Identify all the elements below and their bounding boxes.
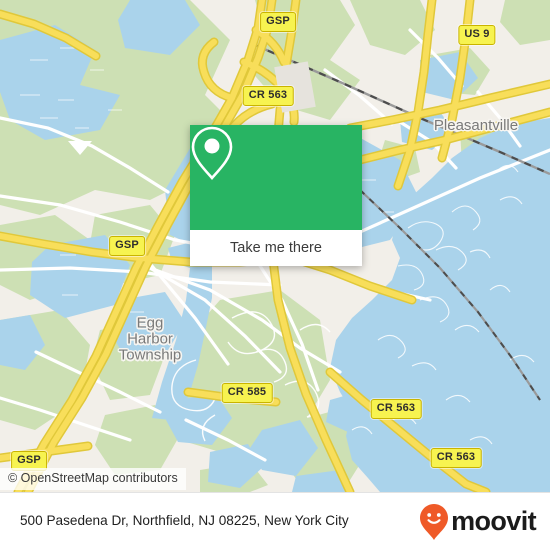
road-shield: US 9 <box>458 25 496 45</box>
place-label-egg-harbor-township: Egg Harbor Township <box>118 314 182 365</box>
moovit-wordmark: moovit <box>451 506 537 536</box>
attribution-text: © OpenStreetMap contributors <box>8 471 178 485</box>
moovit-smiley-pin-icon <box>420 503 449 540</box>
road-shield: GSP <box>260 12 296 32</box>
popup-pointer-tail <box>68 141 92 155</box>
address-label: 500 Pasedena Dr, Northfield, NJ 08225, N… <box>20 513 349 529</box>
road-shield: CR 563 <box>430 448 482 468</box>
take-me-there-label: Take me there <box>230 240 322 256</box>
location-popup-card[interactable]: Take me there <box>190 125 362 266</box>
moovit-map-screen: GSP US 9 CR 563 GSP CR 585 CR 563 CR 563… <box>0 0 550 550</box>
map-canvas[interactable]: GSP US 9 CR 563 GSP CR 585 CR 563 CR 563… <box>0 0 550 492</box>
place-label-pleasantville: Pleasantville <box>433 116 519 134</box>
road-shield: CR 563 <box>242 86 294 106</box>
take-me-there-button[interactable]: Take me there <box>190 230 362 266</box>
moovit-logo[interactable]: moovit <box>419 503 537 541</box>
map-pin-icon <box>191 126 233 180</box>
osm-attribution[interactable]: © OpenStreetMap contributors <box>0 468 186 490</box>
popup-image-area <box>190 125 362 230</box>
road-shield: GSP <box>109 236 145 256</box>
road-shield: CR 563 <box>370 399 422 419</box>
road-shield: CR 585 <box>221 383 273 403</box>
bottom-info-bar: 500 Pasedena Dr, Northfield, NJ 08225, N… <box>0 492 550 550</box>
